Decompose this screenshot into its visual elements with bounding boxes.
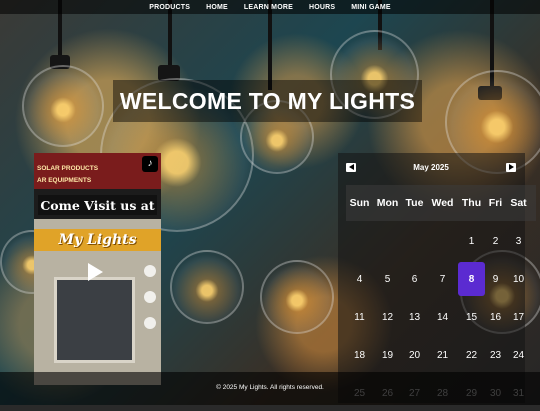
calendar-day[interactable]: 3 bbox=[505, 223, 532, 259]
calendar-month-label: May 2025 bbox=[413, 162, 449, 172]
avatar-icon[interactable] bbox=[144, 265, 156, 277]
calendar-day[interactable]: 24 bbox=[505, 337, 532, 373]
calendar-day[interactable]: 15 bbox=[458, 299, 485, 335]
store-door bbox=[54, 277, 135, 363]
video-store-header: SOLAR PRODUCTS AR EQUIPMENTS ♪ bbox=[34, 153, 161, 189]
video-top-line1: SOLAR PRODUCTS bbox=[37, 165, 99, 172]
weekday-sun: Sun bbox=[349, 197, 370, 209]
comment-icon[interactable] bbox=[144, 317, 156, 329]
video-embed[interactable]: SOLAR PRODUCTS AR EQUIPMENTS ♪ Come Visi… bbox=[34, 153, 161, 385]
store-sign: My Lights bbox=[34, 229, 161, 251]
weekday-row: Sun Mon Tue Wed Thu Fri Sat bbox=[346, 185, 536, 221]
calendar-day[interactable]: 6 bbox=[401, 261, 428, 297]
calendar-day[interactable]: 19 bbox=[374, 337, 401, 373]
calendar-widget: May 2025 Sun Mon Tue Wed Thu Fri Sat 123456789… bbox=[338, 153, 536, 403]
nav-products[interactable]: PRODUCTS bbox=[149, 4, 190, 11]
calendar-day[interactable]: 20 bbox=[401, 337, 428, 373]
weekday-thu: Thu bbox=[461, 197, 482, 209]
nav-hours[interactable]: HOURS bbox=[309, 4, 335, 11]
calendar-day[interactable]: 12 bbox=[374, 299, 401, 335]
footer: © 2025 My Lights. All rights reserved. bbox=[0, 372, 540, 405]
nav-home[interactable]: HOME bbox=[206, 4, 228, 11]
weekday-mon: Mon bbox=[376, 197, 399, 209]
store-sign-text: My Lights bbox=[58, 232, 137, 248]
calendar-day[interactable]: 7 bbox=[429, 261, 456, 297]
hero-title: WELCOME TO MY LIGHTS bbox=[119, 87, 416, 114]
arrow-right-icon bbox=[508, 164, 514, 170]
calendar-day[interactable]: 21 bbox=[429, 337, 456, 373]
like-icon[interactable] bbox=[144, 291, 156, 303]
footer-text: © 2025 My Lights. All rights reserved. bbox=[216, 384, 324, 391]
weekday-tue: Tue bbox=[405, 197, 424, 209]
calendar-day[interactable]: 10 bbox=[505, 261, 532, 297]
video-side-actions bbox=[143, 265, 157, 329]
calendar-day[interactable]: 17 bbox=[505, 299, 532, 335]
calendar-header: May 2025 bbox=[346, 160, 516, 174]
video-banner-text: Come Visit us at bbox=[40, 197, 155, 213]
weekday-sat: Sat bbox=[510, 197, 527, 209]
calendar-day[interactable]: 13 bbox=[401, 299, 428, 335]
video-top-line2: AR EQUIPMENTS bbox=[37, 177, 92, 184]
calendar-day[interactable]: 18 bbox=[346, 337, 373, 373]
hero-banner: WELCOME TO MY LIGHTS bbox=[113, 80, 422, 122]
weekday-wed: Wed bbox=[431, 197, 454, 209]
calendar-day[interactable]: 1 bbox=[458, 223, 485, 259]
calendar-day[interactable]: 8 bbox=[458, 262, 485, 296]
prev-month-button[interactable] bbox=[346, 162, 356, 172]
calendar-day[interactable]: 14 bbox=[429, 299, 456, 335]
calendar-day[interactable]: 4 bbox=[346, 261, 373, 297]
calendar-day[interactable]: 22 bbox=[458, 337, 485, 373]
arrow-left-icon bbox=[348, 164, 354, 170]
video-banner: Come Visit us at bbox=[38, 195, 157, 215]
nav-learn-more[interactable]: LEARN MORE bbox=[244, 4, 293, 11]
store-front-image: My Lights bbox=[34, 219, 161, 385]
nav-mini-game[interactable]: MINI GAME bbox=[351, 4, 391, 11]
calendar-day[interactable]: 5 bbox=[374, 261, 401, 297]
tiktok-icon[interactable]: ♪ bbox=[142, 156, 158, 172]
top-nav: PRODUCTS HOME LEARN MORE HOURS MINI GAME bbox=[0, 0, 540, 14]
calendar-day[interactable]: 11 bbox=[346, 299, 373, 335]
play-icon[interactable] bbox=[88, 263, 103, 281]
next-month-button[interactable] bbox=[506, 162, 516, 172]
